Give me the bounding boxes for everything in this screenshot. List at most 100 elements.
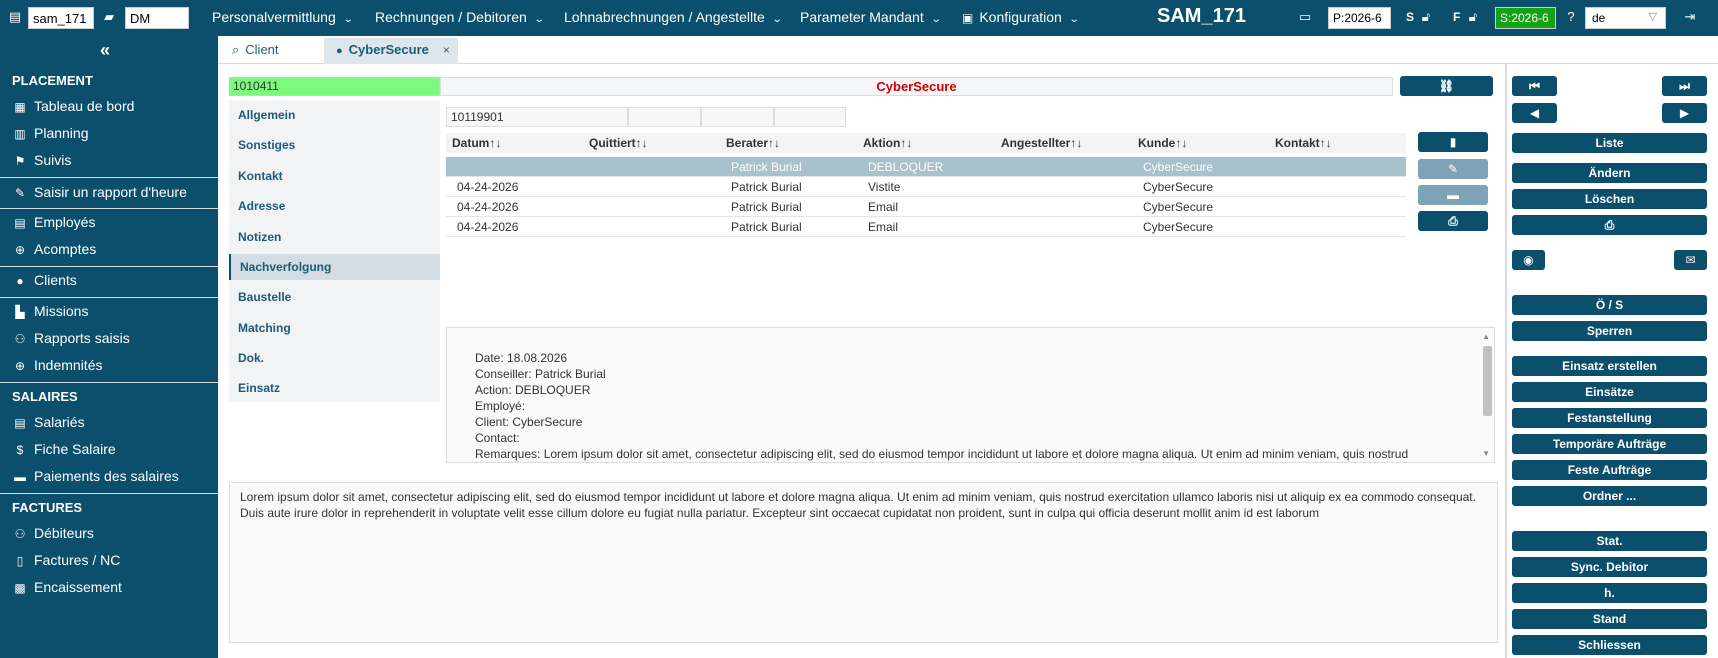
- schliessen-button[interactable]: Schliessen: [1512, 635, 1707, 655]
- table-row[interactable]: 04-24-2026 Patrick Burial Email CyberSec…: [446, 217, 1406, 237]
- close-icon[interactable]: ×: [443, 43, 450, 57]
- sync-debitor-button[interactable]: Sync. Debitor: [1512, 557, 1707, 577]
- subnav-allgemein[interactable]: Allgemein: [229, 102, 440, 128]
- building-icon[interactable]: ▤: [7, 9, 23, 25]
- next-record-button[interactable]: ▶: [1662, 103, 1707, 123]
- help-icon[interactable]: ?: [1563, 9, 1579, 25]
- filter-input-1[interactable]: [446, 107, 628, 127]
- collapse-sidebar-icon[interactable]: «: [100, 40, 110, 61]
- email-button[interactable]: ✉: [1674, 250, 1707, 270]
- menu-konfiguration[interactable]: ▣ Konfiguration ⌄: [962, 9, 1080, 25]
- print-entry-button[interactable]: ⎙: [1418, 211, 1488, 231]
- sperren-button[interactable]: Sperren: [1512, 321, 1707, 341]
- sidebar-item-missions[interactable]: ▙ Missions: [12, 303, 88, 319]
- user-input[interactable]: [28, 7, 94, 29]
- loeschen-button[interactable]: Löschen: [1512, 189, 1707, 209]
- menu-rechnungen[interactable]: Rechnungen / Debitoren ⌄: [375, 9, 544, 25]
- record-name-title: CyberSecure: [440, 77, 1393, 96]
- sidebar-item-fiche-salaire[interactable]: $ Fiche Salaire: [12, 441, 116, 457]
- stand-button[interactable]: Stand: [1512, 609, 1707, 629]
- sidebar-item-label: Paiements des salaires: [34, 468, 179, 484]
- sidebar-item-salaries[interactable]: ▤ Salariés: [12, 414, 84, 430]
- col-kontakt[interactable]: Kontakt↑↓: [1275, 136, 1332, 150]
- tab-cybersecure[interactable]: ● CyberSecure ×: [324, 38, 458, 64]
- sidebar-item-rapports-saisis[interactable]: ⚇ Rapports saisis: [12, 330, 130, 346]
- sidebar-item-indemnites[interactable]: ⊕ Indemnités: [12, 357, 103, 373]
- trash-icon: ▬: [1447, 188, 1459, 202]
- scroll-up-icon[interactable]: ▲: [1482, 332, 1490, 341]
- col-berater[interactable]: Berater↑↓: [726, 136, 780, 150]
- period-p-field[interactable]: P:2026-6: [1328, 7, 1391, 29]
- new-entry-button[interactable]: ▮: [1418, 132, 1488, 152]
- subnav-baustelle[interactable]: Baustelle: [229, 284, 440, 310]
- filter-input-2[interactable]: [628, 107, 701, 127]
- oe-s-button[interactable]: Ö / S: [1512, 295, 1707, 315]
- folder-input[interactable]: [125, 7, 189, 29]
- subnav-notizen[interactable]: Notizen: [229, 224, 440, 250]
- sidebar-item-employes[interactable]: ▤ Employés: [12, 214, 95, 230]
- subnav-einsatz[interactable]: Einsatz: [229, 375, 440, 401]
- id-card-icon: ▤: [14, 216, 26, 230]
- logout-icon[interactable]: ⇥: [1682, 9, 1698, 25]
- edit-entry-button[interactable]: ✎: [1418, 159, 1488, 179]
- money-icon[interactable]: ▭: [1297, 9, 1313, 25]
- tab-client[interactable]: ⌕ Client: [220, 38, 291, 64]
- print-button[interactable]: ⎙: [1512, 215, 1707, 235]
- scrollbar-thumb[interactable]: [1483, 346, 1492, 416]
- folder-icon[interactable]: ▰: [101, 9, 117, 25]
- prev-record-button[interactable]: ◀: [1512, 103, 1557, 123]
- sidebar-item-encaissement[interactable]: ▩ Encaissement: [12, 579, 122, 595]
- filter-input-3[interactable]: [701, 107, 774, 127]
- subnav-matching[interactable]: Matching: [229, 315, 440, 341]
- subnav-kontakt[interactable]: Kontakt: [229, 163, 440, 189]
- unlock-icon[interactable]: 🔓︎: [1418, 9, 1434, 25]
- sidebar-item-tableau-de-bord[interactable]: ▦ Tableau de bord: [12, 98, 134, 114]
- einsaetze-button[interactable]: Einsätze: [1512, 382, 1707, 402]
- first-record-button[interactable]: ⏮: [1512, 76, 1557, 96]
- comment-button[interactable]: ◉: [1512, 250, 1545, 270]
- liste-button[interactable]: Liste: [1512, 133, 1707, 153]
- tab-bar: ⌕ Client ● CyberSecure ×: [218, 36, 1718, 64]
- subnav-adresse[interactable]: Adresse: [229, 193, 440, 219]
- sidebar-item-clients[interactable]: ● Clients: [12, 272, 76, 288]
- unlock-icon[interactable]: 🔓︎: [1465, 9, 1481, 25]
- col-quittiert[interactable]: Quittiert↑↓: [589, 136, 648, 150]
- chevron-down-icon: ⌄: [771, 14, 783, 25]
- period-s-field[interactable]: S:2026-6: [1495, 7, 1556, 29]
- language-select[interactable]: de ▽: [1585, 7, 1666, 29]
- last-record-button[interactable]: ⏭: [1662, 76, 1707, 96]
- h-button[interactable]: h.: [1512, 583, 1707, 603]
- aendern-button[interactable]: Ändern: [1512, 163, 1707, 183]
- menu-personalvermittlung[interactable]: Personalvermittlung ⌄: [212, 9, 353, 25]
- scroll-down-icon[interactable]: ▼: [1482, 449, 1490, 458]
- subnav-dok[interactable]: Dok.: [229, 345, 440, 371]
- subnav-nachverfolgung[interactable]: Nachverfolgung: [229, 254, 440, 280]
- sidebar-item-paiements-salaires[interactable]: ▬ Paiements des salaires: [12, 468, 179, 484]
- ordner-button[interactable]: Ordner ...: [1512, 486, 1707, 506]
- einsatz-erstellen-button[interactable]: Einsatz erstellen: [1512, 356, 1707, 376]
- temporaere-auftraege-button[interactable]: Temporäre Aufträge: [1512, 434, 1707, 454]
- sidebar-item-planning[interactable]: ▥ Planning: [12, 125, 88, 141]
- delete-entry-button[interactable]: ▬: [1418, 185, 1488, 205]
- festanstellung-button[interactable]: Festanstellung: [1512, 408, 1707, 428]
- col-aktion[interactable]: Aktion↑↓: [863, 136, 912, 150]
- table-row[interactable]: 04-24-2026 Patrick Burial Vistite CyberS…: [446, 177, 1406, 197]
- sidebar-item-factures-nc[interactable]: ▯ Factures / NC: [12, 552, 121, 568]
- notes-area[interactable]: Lorem ipsum dolor sit amet, consectetur …: [229, 482, 1498, 643]
- sidebar-item-debiteurs[interactable]: ⚇ Débiteurs: [12, 525, 94, 541]
- table-row[interactable]: Patrick Burial DEBLOQUER CyberSecure: [446, 157, 1406, 177]
- menu-parameter-mandant[interactable]: Parameter Mandant ⌄: [800, 9, 941, 25]
- col-datum[interactable]: Datum↑↓: [452, 136, 501, 150]
- feste-auftraege-button[interactable]: Feste Aufträge: [1512, 460, 1707, 480]
- filter-input-4[interactable]: [774, 107, 846, 127]
- col-kunde[interactable]: Kunde↑↓: [1138, 136, 1187, 150]
- col-angestellter[interactable]: Angestellter↑↓: [1001, 136, 1082, 150]
- sidebar-item-rapport-heure[interactable]: ✎ Saisir un rapport d'heure: [12, 184, 187, 200]
- table-row[interactable]: 04-24-2026 Patrick Burial Email CyberSec…: [446, 197, 1406, 217]
- sidebar-item-acomptes[interactable]: ⊕ Acomptes: [12, 241, 96, 257]
- sidebar-item-suivis[interactable]: ⚑ Suivis: [12, 152, 72, 168]
- menu-lohnabrechnungen[interactable]: Lohnabrechnungen / Angestellte ⌄: [564, 9, 783, 25]
- subnav-sonstiges[interactable]: Sonstiges: [229, 132, 440, 158]
- link-button[interactable]: ⛓: [1400, 76, 1493, 96]
- stat-button[interactable]: Stat.: [1512, 531, 1707, 551]
